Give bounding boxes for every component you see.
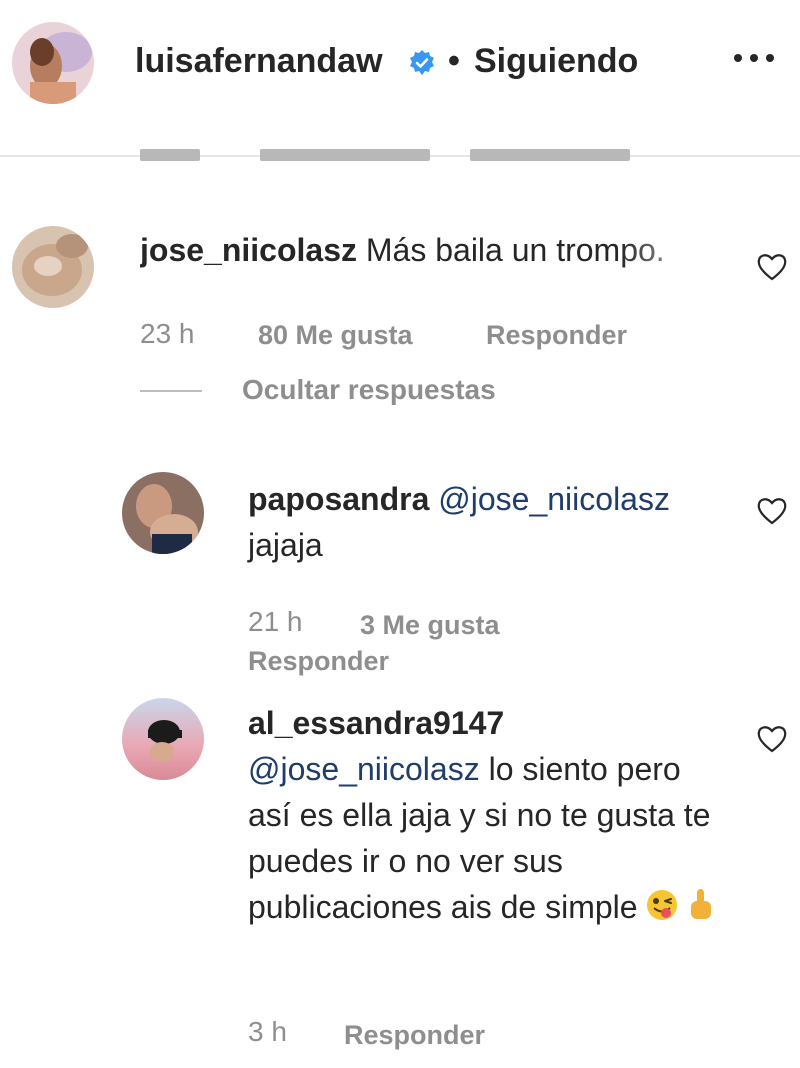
text-fade-overlay bbox=[620, 226, 730, 276]
comment-time: 23 h bbox=[140, 318, 195, 349]
hide-replies-button[interactable]: Ocultar respuestas bbox=[242, 374, 496, 406]
reply-username[interactable]: al_essandra9147 bbox=[248, 705, 504, 741]
like-heart-icon[interactable] bbox=[756, 724, 788, 754]
verified-badge-icon bbox=[408, 49, 436, 77]
winking-face-tongue-emoji bbox=[646, 887, 678, 933]
reply-button[interactable]: Responder bbox=[486, 320, 627, 351]
reply-time: 3 h bbox=[248, 1016, 287, 1047]
reply-avatar[interactable] bbox=[122, 472, 204, 554]
following-button[interactable]: Siguiendo bbox=[474, 42, 638, 81]
reply-avatar[interactable] bbox=[122, 698, 204, 780]
post-author-username[interactable]: luisafernandaw bbox=[135, 42, 383, 81]
comment-likes[interactable]: 80 Me gusta bbox=[258, 320, 413, 351]
pointing-up-emoji bbox=[687, 887, 715, 933]
like-heart-icon[interactable] bbox=[756, 496, 788, 526]
header-separator: • bbox=[448, 42, 460, 80]
reply-button[interactable]: Responder bbox=[344, 1020, 485, 1051]
replies-divider bbox=[140, 390, 202, 392]
reply-text: al_essandra9147 @jose_niicolasz lo sient… bbox=[248, 700, 728, 933]
comment-username[interactable]: jose_niicolasz bbox=[140, 232, 357, 268]
commenter-avatar[interactable] bbox=[12, 226, 94, 308]
reply-button[interactable]: Responder bbox=[248, 646, 389, 677]
reply-body: jajaja bbox=[248, 527, 323, 563]
reply-mention[interactable]: @jose_niicolasz bbox=[248, 751, 480, 787]
reply-username[interactable]: paposandra bbox=[248, 481, 429, 517]
reply-likes[interactable]: 3 Me gusta bbox=[360, 610, 500, 641]
like-heart-icon[interactable] bbox=[756, 252, 788, 282]
more-options-icon[interactable] bbox=[734, 54, 778, 66]
previous-comment-meta-cutoff bbox=[140, 143, 640, 165]
reply-text: paposandra @jose_niicolasz jajaja bbox=[248, 476, 728, 568]
profile-avatar[interactable] bbox=[12, 22, 94, 104]
post-header: luisafernandaw • Siguiendo bbox=[0, 0, 800, 157]
reply-mention[interactable]: @jose_niicolasz bbox=[438, 481, 670, 517]
reply-time: 21 h bbox=[248, 606, 303, 637]
